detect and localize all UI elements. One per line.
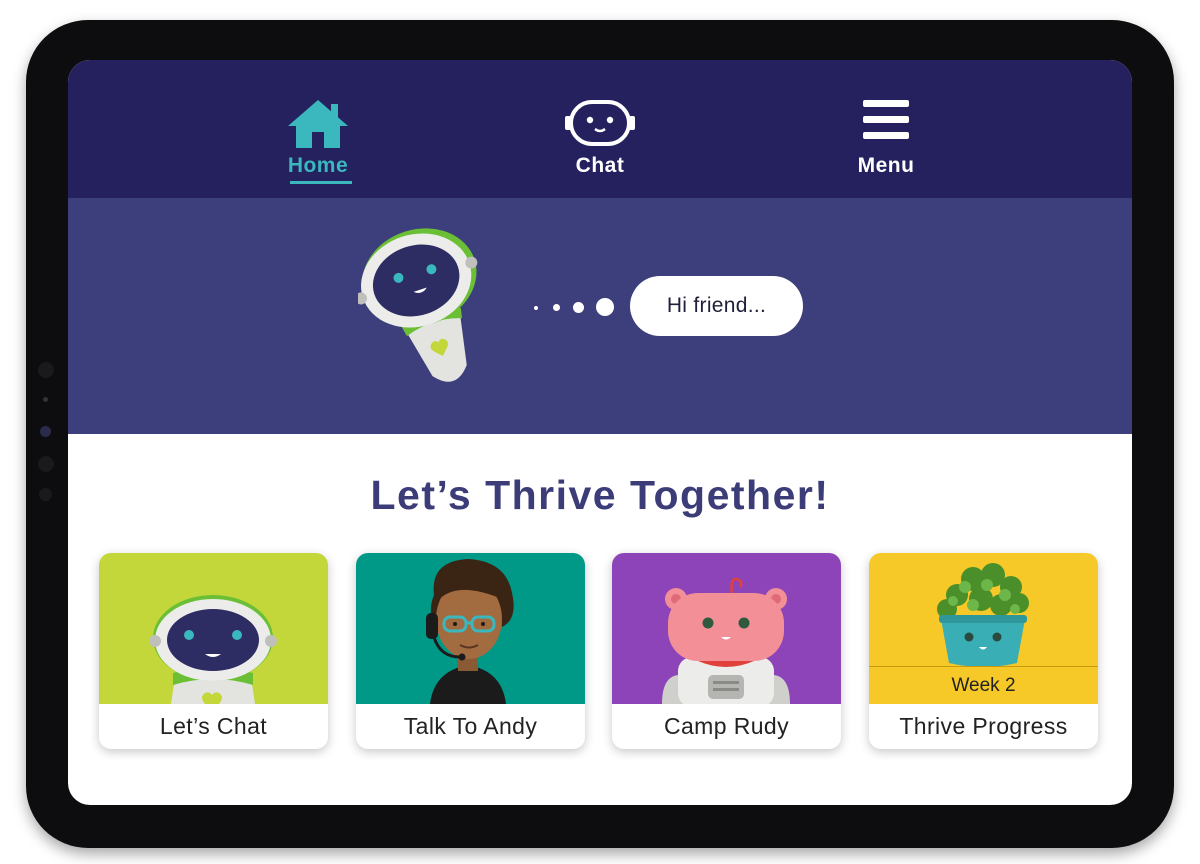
hero-banner: Hi friend... (68, 198, 1132, 434)
nav-home-label: Home (287, 154, 349, 177)
card-label: Let’s Chat (159, 713, 268, 739)
camera-dot (38, 362, 54, 378)
nav-menu-label: Menu (857, 154, 915, 177)
house-icon (288, 100, 348, 148)
greeting-speech-bubble: Hi friend... (630, 276, 803, 336)
app-screen: Home Chat Menu Hi friend... Let’s Thrive… (68, 60, 1132, 805)
front-camera (40, 426, 51, 437)
top-navigation-bar: Home Chat Menu (68, 60, 1132, 198)
robot-mascot-illustration (358, 228, 478, 382)
robot-face-icon (565, 100, 635, 146)
card-art-plant: Week 2 (869, 553, 1098, 704)
card-art-andy (356, 553, 585, 704)
card-art-rudy (612, 553, 841, 704)
plant-pot-avatar-icon (937, 563, 1029, 666)
card-label: Camp Rudy (663, 713, 790, 739)
side-button-lower (39, 488, 52, 501)
card-camp-rudy[interactable]: Camp Rudy (612, 553, 841, 749)
hamburger-menu-icon (863, 100, 909, 139)
robot-avatar-icon (149, 595, 277, 704)
card-talk-to-andy[interactable]: Talk To Andy (356, 553, 585, 749)
active-tab-underline (290, 181, 352, 184)
card-art-robot (99, 553, 328, 704)
card-thrive-progress[interactable]: Week 2 Thrive Progress (869, 553, 1098, 749)
card-lets-chat[interactable]: Let’s Chat (99, 553, 328, 749)
bear-robot-avatar-icon (662, 577, 790, 704)
week-badge: Week 2 (869, 666, 1098, 704)
sensor-dot (43, 397, 48, 402)
andy-avatar-icon (426, 559, 514, 704)
nav-menu-tab[interactable]: Menu (806, 60, 966, 198)
page-title: Let’s Thrive Together! (370, 472, 830, 518)
card-label: Thrive Progress (899, 713, 1068, 739)
card-label: Talk To Andy (403, 713, 538, 739)
nav-chat-tab[interactable]: Chat (520, 60, 680, 198)
nav-home-tab[interactable]: Home (238, 60, 398, 198)
side-button-upper (38, 456, 54, 472)
nav-chat-label: Chat (575, 154, 625, 177)
